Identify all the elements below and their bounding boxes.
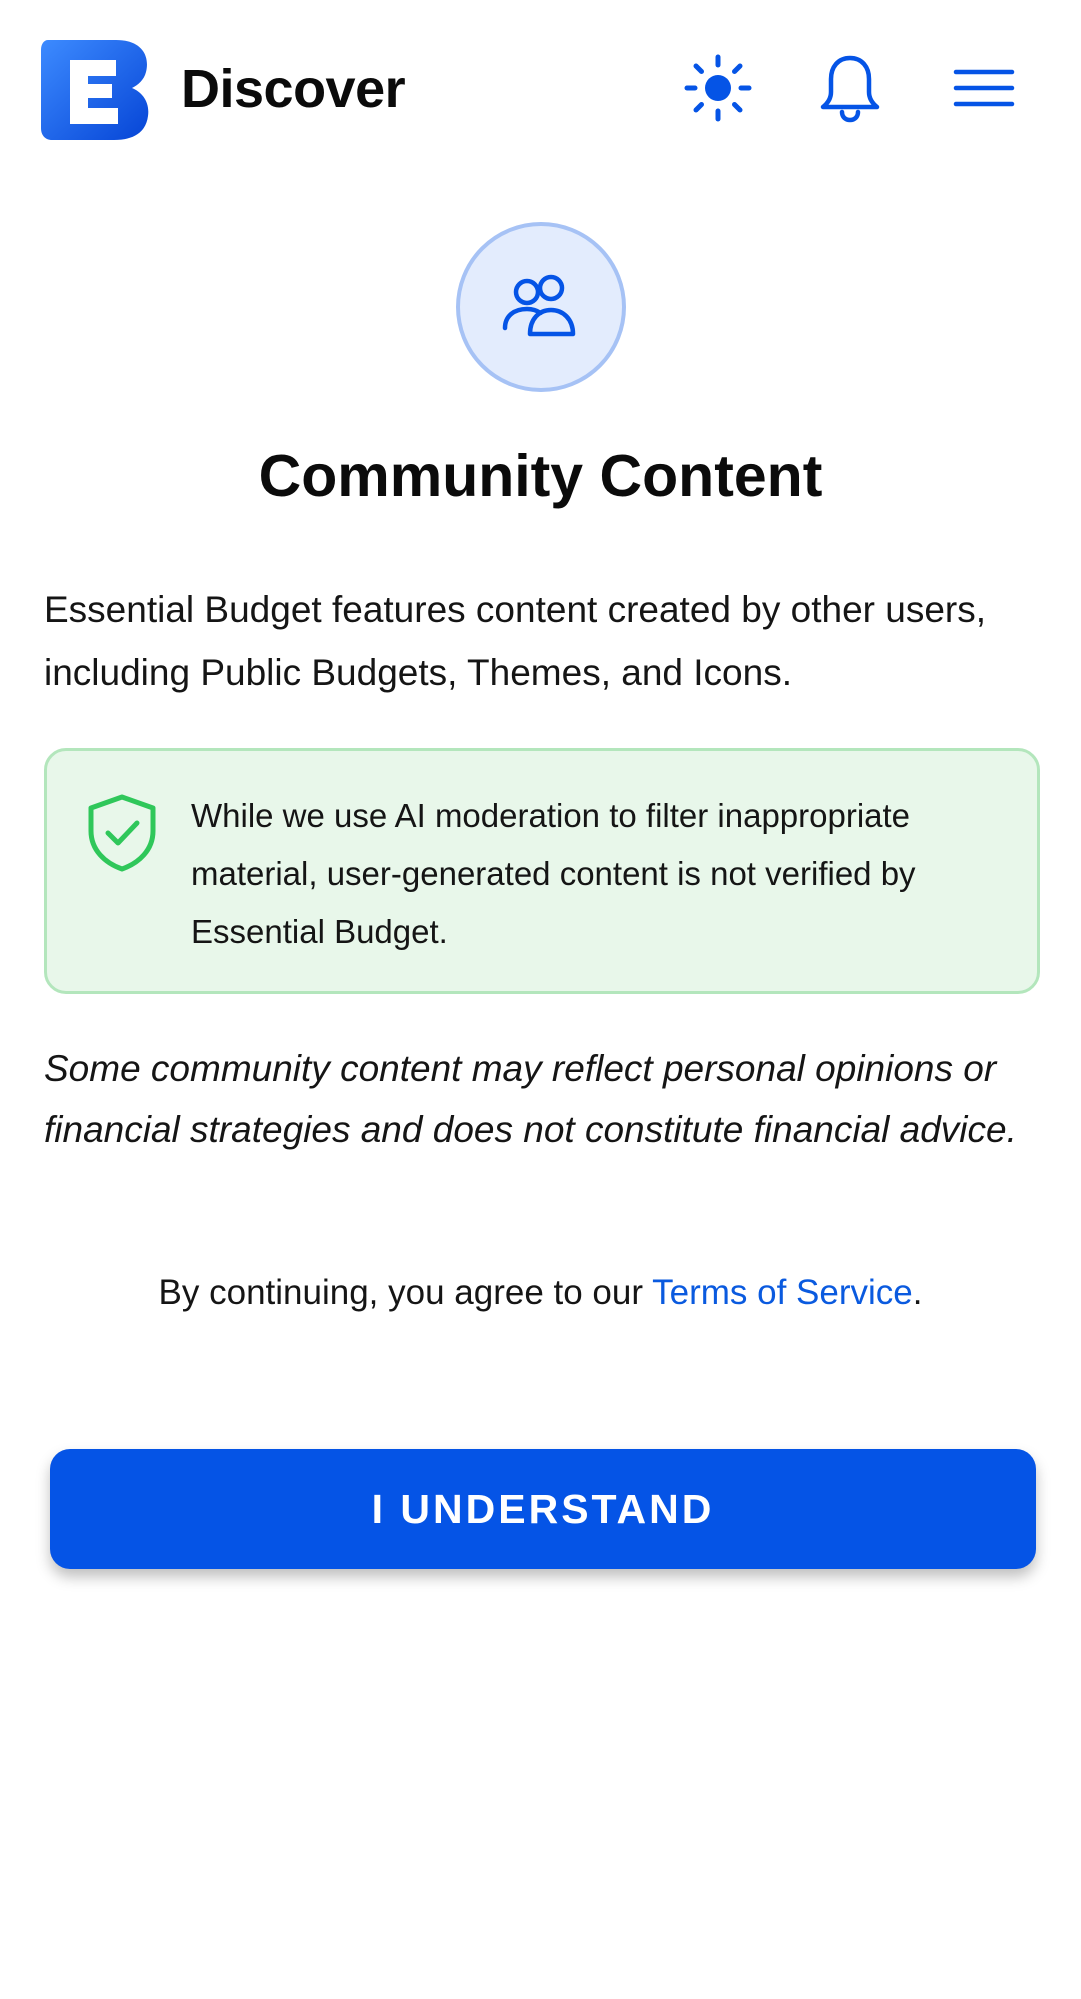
essential-budget-logo-icon xyxy=(41,40,149,140)
page-title: Discover xyxy=(181,59,406,119)
intro-paragraph: Essential Budget features content create… xyxy=(44,589,987,693)
disclaimer-paragraph: Some community content may reflect perso… xyxy=(44,1048,1017,1150)
app-header: Discover xyxy=(0,0,1081,180)
users-icon xyxy=(502,274,576,337)
notifications-button[interactable] xyxy=(808,46,892,130)
agreement-suffix: . xyxy=(912,1273,923,1312)
notice-text: While we use AI moderation to filter ina… xyxy=(191,797,916,950)
bell-icon xyxy=(820,55,880,123)
sun-icon xyxy=(684,54,752,122)
shield-check-icon xyxy=(88,794,156,872)
section-title: Community Content xyxy=(258,443,823,509)
i-understand-button[interactable]: I UNDERSTAND xyxy=(50,1449,1036,1569)
community-avatar xyxy=(456,222,626,392)
hamburger-menu-icon xyxy=(953,69,1015,107)
terms-agreement: By continuing, you agree to our Terms of… xyxy=(0,1268,1081,1318)
agreement-prefix: By continuing, you agree to our xyxy=(158,1273,653,1312)
moderation-notice: While we use AI moderation to filter ina… xyxy=(44,748,1040,994)
menu-button[interactable] xyxy=(942,46,1026,130)
theme-toggle-button[interactable] xyxy=(676,46,760,130)
terms-of-service-link[interactable]: Terms of Service xyxy=(652,1273,913,1312)
